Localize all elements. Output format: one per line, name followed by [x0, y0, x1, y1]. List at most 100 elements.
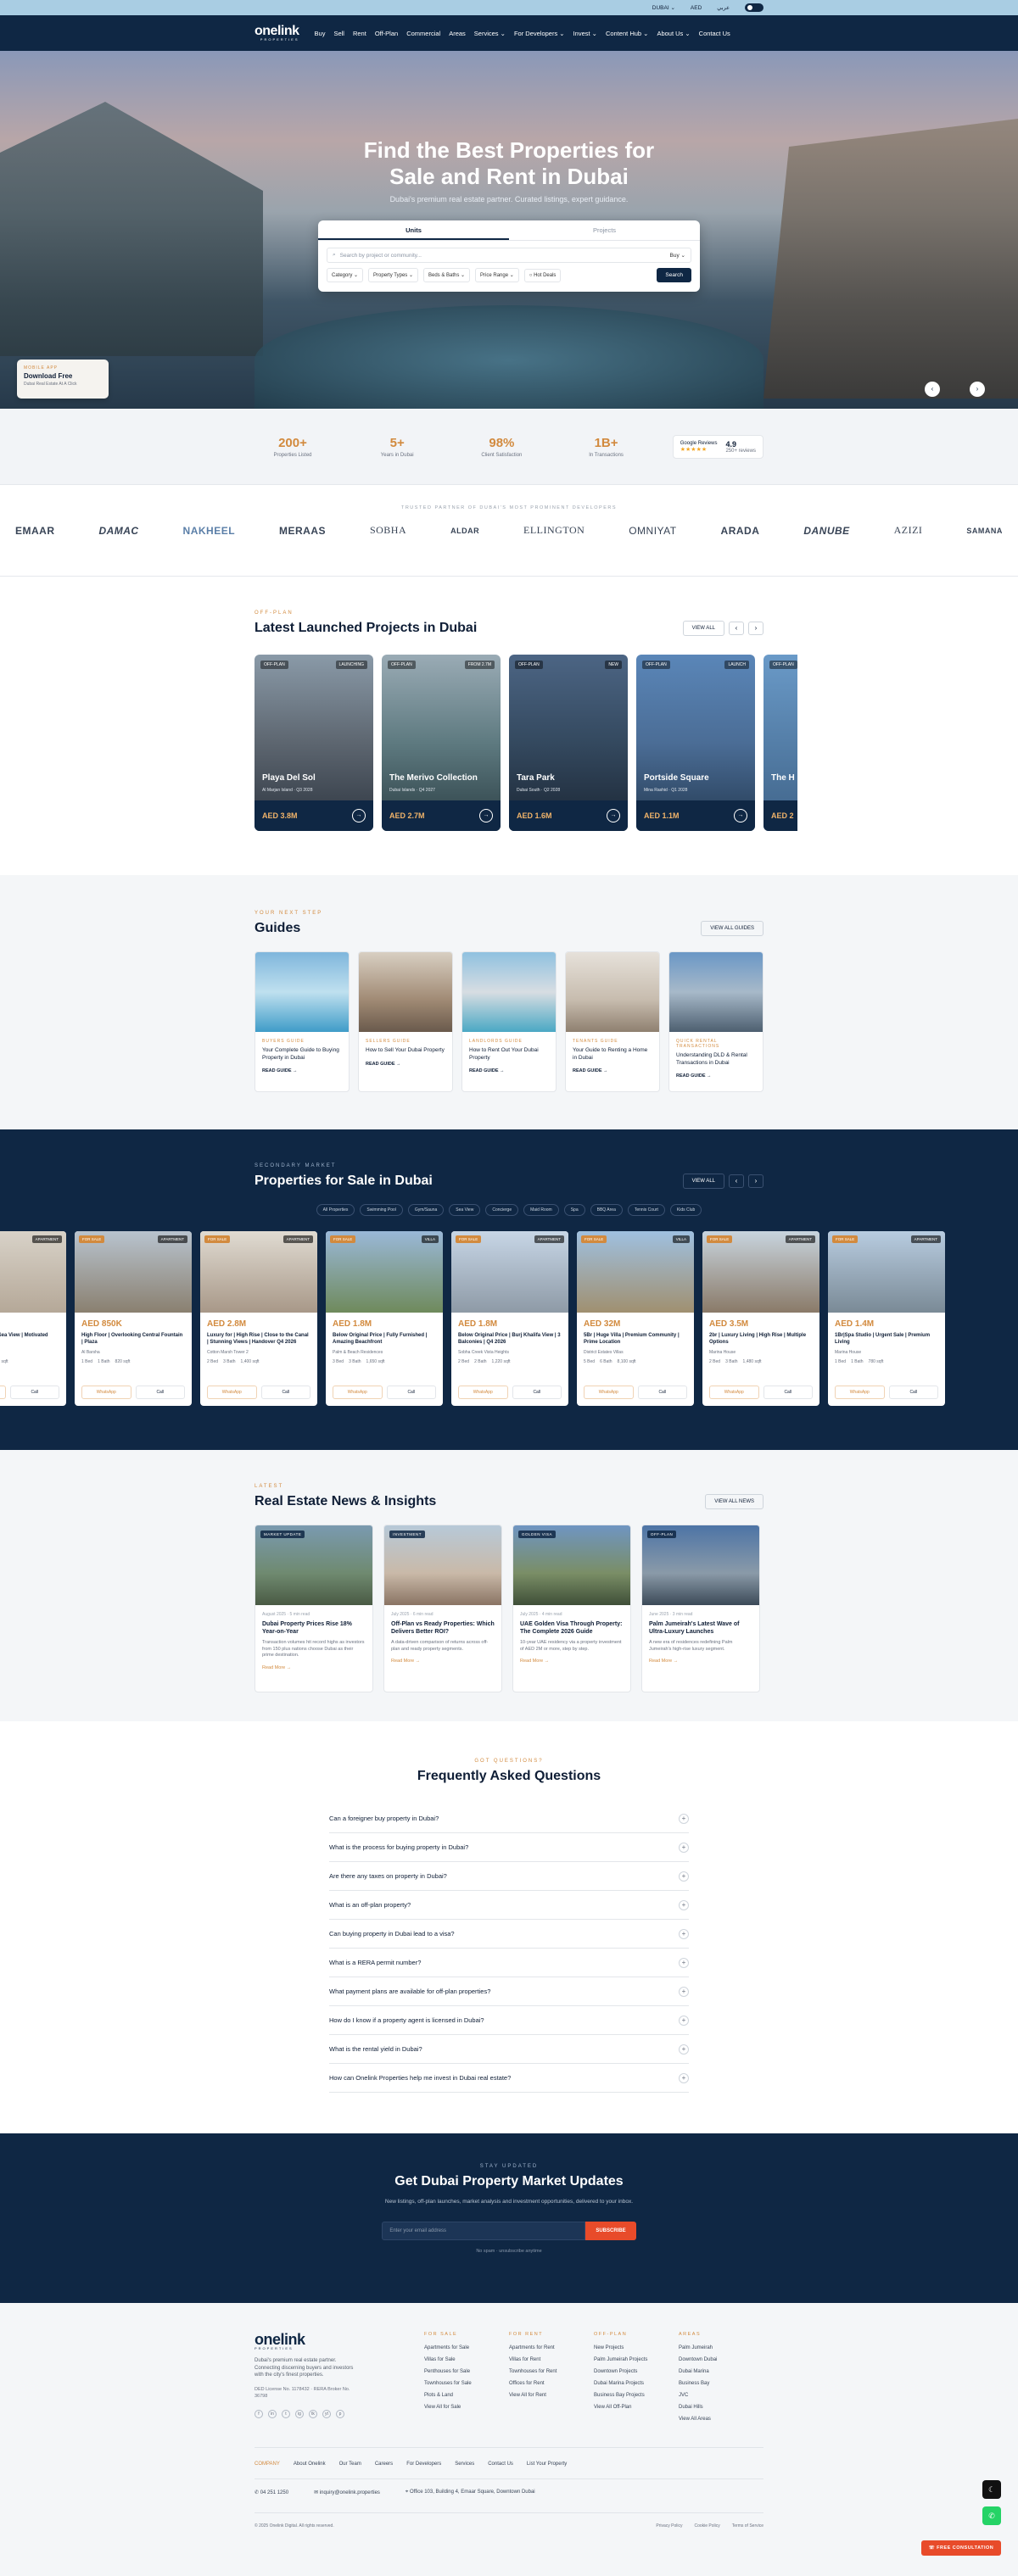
- news-card[interactable]: OFF-PLAN June 2025 · 3 min read Palm Jumei…: [641, 1525, 760, 1692]
- call-button[interactable]: Call: [512, 1386, 562, 1399]
- call-button[interactable]: Call: [763, 1386, 813, 1399]
- filter-chip[interactable]: Gym/Sauna: [407, 1204, 445, 1216]
- projects-next-icon[interactable]: ›: [748, 622, 764, 635]
- nav-services[interactable]: Services ⌄: [474, 30, 506, 37]
- whatsapp-button[interactable]: WhatsApp: [81, 1386, 131, 1399]
- guides-view-all-button[interactable]: VIEW ALL GUIDES: [701, 921, 764, 936]
- faq-item[interactable]: Can a foreigner buy property in Dubai? +: [329, 1804, 689, 1833]
- plus-icon[interactable]: +: [679, 1986, 689, 1997]
- footer-link[interactable]: About Onelink: [294, 2462, 326, 2467]
- nav-areas[interactable]: Areas: [449, 30, 466, 37]
- filter-beds-baths[interactable]: Beds & Baths ⌄: [422, 268, 471, 282]
- cookie-link[interactable]: Cookie Policy: [694, 2523, 719, 2529]
- call-button[interactable]: Call: [9, 1386, 59, 1399]
- project-card[interactable]: OFF-PLAN FROM 2.7M The Merivo Collection D…: [382, 655, 501, 831]
- property-card[interactable]: FOR SALE APARTMENT AED 1.4M 1Br|Spa Studio …: [828, 1231, 945, 1406]
- news-card[interactable]: MARKET UPDATE August 2025 · 5 min read Dub…: [255, 1525, 373, 1692]
- filter-chip[interactable]: Swimming Pool: [360, 1204, 403, 1216]
- footer-link[interactable]: Palm Jumeirah Projects: [594, 2357, 679, 2362]
- project-card[interactable]: OFF-PLAN The H AED 2: [764, 655, 797, 831]
- footer-link[interactable]: Careers: [375, 2462, 393, 2467]
- hero-next-icon[interactable]: ›: [970, 382, 985, 397]
- call-button[interactable]: Call: [260, 1386, 310, 1399]
- guide-card[interactable]: TENANTS GUIDE Your Guide to Renting a Hom…: [565, 951, 660, 1092]
- site-logo[interactable]: onelink PROPERTIES: [255, 25, 299, 42]
- property-card[interactable]: FOR SALEAPARTMENT AED 1.5M Garden Pool and…: [0, 1231, 66, 1406]
- faq-item[interactable]: What is the rental yield in Dubai? +: [329, 2035, 689, 2064]
- filter-chip[interactable]: BBQ Area: [590, 1204, 623, 1216]
- region-select[interactable]: DUBAI ⌄: [652, 4, 675, 11]
- nav-rent[interactable]: Rent: [353, 30, 366, 37]
- footer-link[interactable]: Services: [455, 2462, 474, 2467]
- filter-chip[interactable]: Concierge: [485, 1204, 519, 1216]
- social-icon[interactable]: f: [255, 2409, 263, 2418]
- hero-prev-icon[interactable]: ‹: [925, 382, 940, 397]
- footer-link[interactable]: List Your Property: [527, 2462, 567, 2467]
- news-view-all-button[interactable]: VIEW ALL NEWS: [705, 1494, 764, 1509]
- footer-link[interactable]: Contact Us: [488, 2462, 513, 2467]
- google-reviews-badge[interactable]: Google Reviews ★★★★★ 4.9 250+ reviews: [672, 435, 764, 459]
- filter-chip[interactable]: Kids Club: [669, 1204, 702, 1216]
- free-consultation-button[interactable]: ☏ FREE CONSULTATION: [921, 2540, 1001, 2556]
- whatsapp-button[interactable]: WhatsApp: [709, 1386, 759, 1399]
- theme-toggle[interactable]: [745, 3, 764, 12]
- footer-link[interactable]: Business Bay: [679, 2381, 764, 2386]
- guide-card[interactable]: BUYERS GUIDE Your Complete Guide to Buyin…: [255, 951, 350, 1092]
- secondary-view-all-button[interactable]: VIEW ALL: [682, 1174, 724, 1189]
- footer-link[interactable]: Villas for Rent: [509, 2357, 594, 2362]
- nav-content-hub[interactable]: Content Hub ⌄: [606, 30, 648, 37]
- filter-chip[interactable]: All Properties: [316, 1204, 355, 1216]
- nav-sell[interactable]: Sell: [333, 30, 344, 37]
- footer-link[interactable]: View All Off-Plan: [594, 2405, 679, 2410]
- plus-icon[interactable]: +: [679, 2044, 689, 2055]
- filter-chip[interactable]: Sea View: [449, 1204, 481, 1216]
- filter-chip[interactable]: Spa: [563, 1204, 585, 1216]
- news-card[interactable]: GOLDEN VISA July 2025 · 4 min read UAE Gol…: [512, 1525, 631, 1692]
- whatsapp-button[interactable]: WhatsApp: [835, 1386, 885, 1399]
- tab-projects[interactable]: Projects: [509, 220, 700, 240]
- arrow-icon[interactable]: →: [734, 809, 747, 822]
- privacy-link[interactable]: Privacy Policy: [656, 2523, 682, 2529]
- whatsapp-button[interactable]: WhatsApp: [207, 1386, 257, 1399]
- nav-contact[interactable]: Contact Us: [699, 30, 730, 37]
- secondary-next-icon[interactable]: ›: [748, 1174, 764, 1188]
- property-card[interactable]: FOR SALE VILLA AED 1.8M Below Original Pric…: [326, 1231, 443, 1406]
- plus-icon[interactable]: +: [679, 1957, 689, 1968]
- faq-item[interactable]: Can buying property in Dubai lead to a v…: [329, 1920, 689, 1949]
- filter-chip[interactable]: Tennis Court: [627, 1204, 665, 1216]
- search-button[interactable]: Search: [657, 268, 691, 282]
- footer-link[interactable]: JVC: [679, 2393, 764, 2398]
- call-button[interactable]: Call: [135, 1386, 185, 1399]
- footer-link[interactable]: Apartments for Sale: [424, 2345, 509, 2350]
- arrow-icon[interactable]: →: [479, 809, 493, 822]
- guide-card[interactable]: LANDLORDS GUIDE How to Rent Out Your Duba…: [461, 951, 557, 1092]
- nav-off-plan[interactable]: Off-Plan: [375, 30, 398, 37]
- faq-item[interactable]: Are there any taxes on property in Dubai…: [329, 1862, 689, 1891]
- project-card[interactable]: OFF-PLAN LAUNCH Portside Square Mina Rashi…: [636, 655, 755, 831]
- faq-item[interactable]: What is an off-plan property? +: [329, 1891, 689, 1920]
- footer-link[interactable]: Downtown Dubai: [679, 2357, 764, 2362]
- social-icon[interactable]: ig: [295, 2409, 304, 2418]
- property-card[interactable]: FOR SALE APARTMENT AED 2.8M Luxury for | Hi…: [200, 1231, 317, 1406]
- filter-price-range[interactable]: Price Range ⌄: [475, 268, 519, 282]
- language-arabic[interactable]: عربي: [717, 4, 730, 11]
- property-card[interactable]: FOR SALE APARTMENT AED 850K High Floor | Ov…: [75, 1231, 192, 1406]
- property-card[interactable]: FOR SALE VILLA AED 32M 5Br | Huge Villa | P…: [577, 1231, 694, 1406]
- projects-view-all-button[interactable]: VIEW ALL: [682, 621, 724, 636]
- footer-link[interactable]: View All for Rent: [509, 2393, 594, 2398]
- footer-link[interactable]: Dubai Marina Projects: [594, 2381, 679, 2386]
- plus-icon[interactable]: +: [679, 1928, 689, 1939]
- whatsapp-button[interactable]: WhatsApp: [333, 1386, 383, 1399]
- property-card[interactable]: FOR SALE APARTMENT AED 1.8M Below Original …: [451, 1231, 568, 1406]
- whatsapp-button[interactable]: WhatsApp: [458, 1386, 508, 1399]
- whatsapp-button[interactable]: WhatsApp: [0, 1386, 6, 1399]
- secondary-prev-icon[interactable]: ‹: [729, 1174, 744, 1188]
- nav-about[interactable]: About Us ⌄: [657, 30, 690, 37]
- footer-link[interactable]: Plots & Land: [424, 2393, 509, 2398]
- filter-property-types[interactable]: Property Types ⌄: [368, 268, 418, 282]
- project-card[interactable]: OFF-PLAN LAUNCHING Playa Del Sol Al Marjan…: [255, 655, 373, 831]
- plus-icon[interactable]: +: [679, 1899, 689, 1910]
- footer-link[interactable]: Apartments for Rent: [509, 2345, 594, 2350]
- tab-units[interactable]: Units: [318, 220, 509, 240]
- subscribe-button[interactable]: SUBSCRIBE: [585, 2222, 636, 2240]
